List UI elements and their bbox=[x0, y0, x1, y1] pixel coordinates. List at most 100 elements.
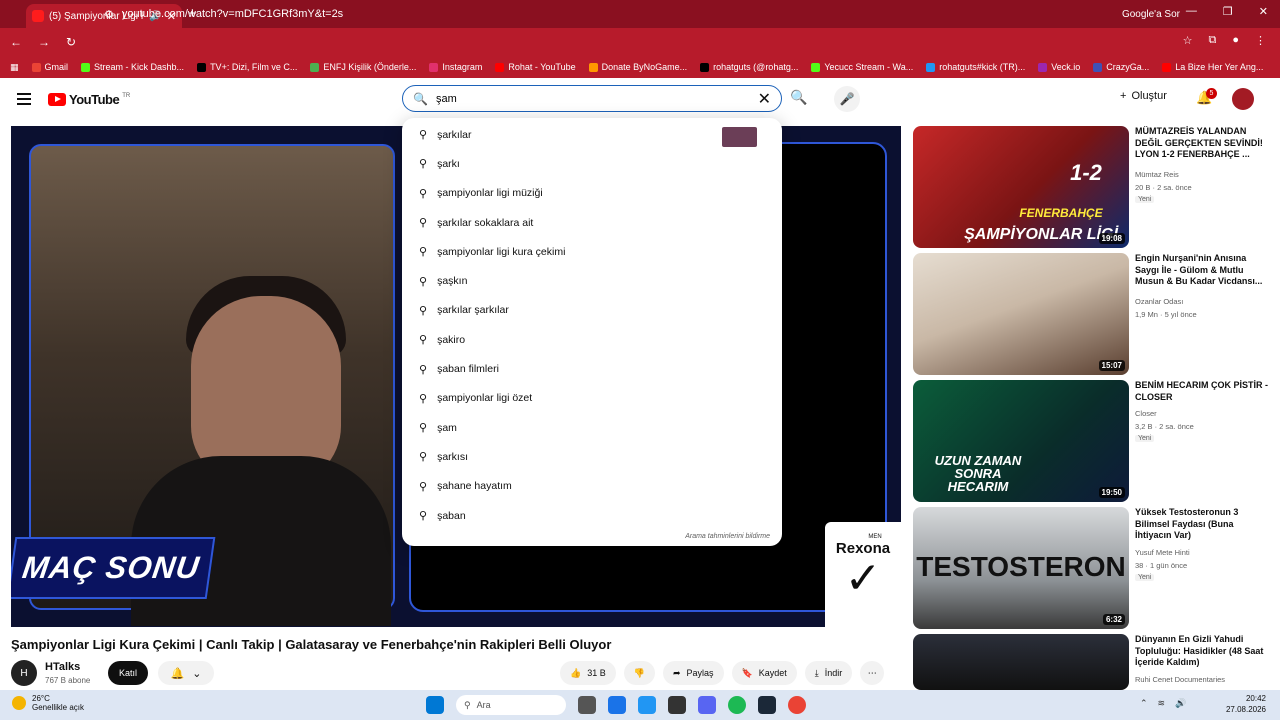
suggestion-item[interactable]: ⚲ şarkılar şarkılar bbox=[402, 296, 782, 325]
youtube-favicon-icon bbox=[32, 10, 44, 22]
task-view-icon[interactable] bbox=[578, 696, 596, 714]
bookmark-item[interactable]: ENFJ Kişilik (Önderle... bbox=[310, 62, 416, 72]
channel-name[interactable]: HTalks bbox=[45, 661, 80, 673]
search-box[interactable]: 🔍 ✕ bbox=[402, 85, 782, 112]
video-thumbnail[interactable] bbox=[913, 634, 1129, 690]
suggestion-item[interactable]: ⚲ şaban bbox=[402, 501, 782, 530]
bookmark-item[interactable]: CrazyGa... bbox=[1093, 62, 1149, 72]
address-bar[interactable]: ⚙ youtube.com/watch?v=mDFC1GRf3mY&t=2s G… bbox=[90, 4, 1240, 24]
video-thumbnail[interactable]: UZUN ZAMAN SONRA HECARIM 19:50 bbox=[913, 380, 1129, 502]
bookmark-item[interactable]: Yecucc Stream - Wa... bbox=[811, 62, 913, 72]
channel-name[interactable]: Ozanlar Odası bbox=[1135, 297, 1183, 306]
wifi-icon[interactable]: ≋ bbox=[1158, 698, 1166, 709]
report-predictions-link[interactable]: Arama tahminlerini bildirme bbox=[685, 533, 770, 540]
suggestion-item[interactable]: ⚲ şampiyonlar ligi müziği bbox=[402, 179, 782, 208]
menu-icon[interactable]: ⋮ bbox=[1255, 34, 1266, 47]
bookmark-item[interactable]: Veck.io bbox=[1038, 62, 1080, 72]
video-title[interactable]: BENİM HECARIM ÇOK PİSTİR - CLOSER bbox=[1135, 380, 1269, 403]
dislike-button[interactable]: 👎 bbox=[623, 661, 655, 685]
taskbar-search[interactable]: ⚲ Ara bbox=[456, 695, 566, 715]
reload-icon[interactable]: ↻ bbox=[66, 35, 76, 49]
youtube-logo[interactable]: YouTube TR bbox=[48, 92, 130, 107]
suggestion-item[interactable]: ⚲ şarkısı bbox=[402, 442, 782, 471]
system-clock[interactable]: 20:42 27.08.2026 bbox=[1226, 693, 1266, 715]
recommended-video[interactable]: TESTOSTERON 6:32 Yüksek Testosteronun 3 … bbox=[913, 507, 1273, 629]
more-actions-icon[interactable]: ⋯ bbox=[860, 661, 885, 685]
video-title[interactable]: MÜMTAZREİS YALANDAN DEĞİL GERÇEKTEN SEVİ… bbox=[1135, 126, 1269, 161]
hamburger-menu-icon[interactable] bbox=[17, 93, 31, 105]
discord-icon[interactable] bbox=[698, 696, 716, 714]
like-button[interactable]: 👍 31 B bbox=[560, 661, 616, 685]
steam-icon[interactable] bbox=[758, 696, 776, 714]
bookmark-item[interactable]: Stream - Kick Dashb... bbox=[81, 62, 184, 72]
video-duration: 19:08 bbox=[1098, 233, 1125, 244]
channel-avatar[interactable]: H bbox=[11, 660, 37, 686]
recommended-video[interactable]: UZUN ZAMAN SONRA HECARIM 19:50 BENİM HEC… bbox=[913, 380, 1273, 502]
back-icon[interactable]: ← bbox=[10, 35, 22, 49]
vscode-icon[interactable] bbox=[638, 696, 656, 714]
suggestion-item[interactable]: ⚲ şarkı bbox=[402, 149, 782, 178]
suggestion-item[interactable]: ⚲ şampiyonlar ligi özet bbox=[402, 384, 782, 413]
download-button[interactable]: ⤓ İndir bbox=[804, 661, 853, 685]
account-avatar[interactable] bbox=[1232, 88, 1254, 110]
search-input[interactable] bbox=[435, 92, 758, 105]
bookmark-star-icon[interactable]: ☆ bbox=[1183, 34, 1193, 47]
profile-icon[interactable]: ● bbox=[1232, 34, 1239, 47]
suggestion-item[interactable]: ⚲ şaşkın bbox=[402, 266, 782, 295]
bookmark-item[interactable]: Rohat - YouTube bbox=[495, 62, 576, 72]
search-icon: ⚲ bbox=[419, 510, 428, 522]
suggestion-item[interactable]: ⚲ şakiro bbox=[402, 325, 782, 354]
search-button[interactable]: 🔍 bbox=[790, 89, 807, 106]
close-window-icon[interactable]: ✕ bbox=[1259, 5, 1268, 18]
share-button[interactable]: ➦ Paylaş bbox=[662, 661, 724, 685]
bookmark-item[interactable]: Instagram bbox=[429, 62, 482, 72]
suggestion-item[interactable]: ⚲ şampiyonlar ligi kura çekimi bbox=[402, 237, 782, 266]
channel-name[interactable]: Ruhi Cenet Documentaries bbox=[1135, 675, 1225, 684]
spotify-icon[interactable] bbox=[728, 696, 746, 714]
video-title[interactable]: Yüksek Testosteronun 3 Bilimsel Faydası … bbox=[1135, 507, 1269, 542]
apps-icon[interactable]: ▦ bbox=[10, 62, 19, 73]
app-icon[interactable] bbox=[668, 696, 686, 714]
bookmark-item[interactable]: TV+: Dizi, Film ve C... bbox=[197, 62, 297, 72]
suggestion-item[interactable]: ⚲ şarkılar bbox=[402, 120, 782, 149]
channel-name[interactable]: Closer bbox=[1135, 409, 1157, 418]
weather-widget[interactable]: 26°C Genellikle açık bbox=[12, 694, 84, 712]
channel-name[interactable]: Mümtaz Reis bbox=[1135, 170, 1179, 179]
store-icon[interactable] bbox=[608, 696, 626, 714]
video-title[interactable]: Engin Nurşani'nin Anısına Saygı İle - Gü… bbox=[1135, 253, 1269, 288]
bookmark-item[interactable]: rohatguts (@rohatg... bbox=[700, 62, 798, 72]
suggestion-item[interactable]: ⚲ şahane hayatım bbox=[402, 472, 782, 501]
volume-icon[interactable]: 🔊 bbox=[1175, 698, 1186, 709]
bookmark-item[interactable]: La Bize Her Yer Ang... bbox=[1162, 62, 1263, 72]
search-icon: ⚲ bbox=[419, 275, 428, 288]
channel-name[interactable]: Yusuf Mete Hinti bbox=[1135, 548, 1190, 557]
chrome-icon[interactable] bbox=[788, 696, 806, 714]
video-thumbnail[interactable]: 1-2 FENERBAHÇE ŞAMPİYONLAR LİGİ 19:08 bbox=[913, 126, 1129, 248]
bookmark-item[interactable]: rohatguts#kick (TR)... bbox=[926, 62, 1025, 72]
video-thumbnail[interactable]: TESTOSTERON 6:32 bbox=[913, 507, 1129, 629]
video-title[interactable]: Dünyanın En Gizli Yahudi Topluluğu: Hasi… bbox=[1135, 634, 1269, 669]
subscription-bell-button[interactable]: 🔔 ⌄ bbox=[158, 661, 214, 685]
video-meta: 3,2 B · 2 sa. önce bbox=[1135, 422, 1194, 431]
suggestion-item[interactable]: ⚲ şam bbox=[402, 413, 782, 442]
video-thumbnail[interactable]: 15:07 bbox=[913, 253, 1129, 375]
recommended-video[interactable]: 15:07 Engin Nurşani'nin Anısına Saygı İl… bbox=[913, 253, 1273, 375]
voice-search-icon[interactable]: 🎤 bbox=[834, 86, 860, 112]
save-button[interactable]: 🔖 Kaydet bbox=[731, 661, 797, 685]
game-icon bbox=[1093, 62, 1103, 72]
bookmark-item[interactable]: Gmail bbox=[31, 62, 68, 72]
google-ask-button[interactable]: Google'a Sor bbox=[1122, 9, 1180, 20]
clear-search-icon[interactable]: ✕ bbox=[758, 89, 771, 109]
create-button[interactable]: + Oluştur bbox=[1120, 90, 1167, 102]
join-button[interactable]: Katıl bbox=[108, 661, 148, 685]
forward-icon[interactable]: → bbox=[38, 35, 50, 49]
suggestion-item[interactable]: ⚲ şarkılar sokaklara ait bbox=[402, 208, 782, 237]
site-info-icon[interactable]: ⚙ bbox=[104, 8, 114, 21]
chevron-up-icon[interactable]: ⌃ bbox=[1140, 698, 1148, 709]
recommended-video[interactable]: Dünyanın En Gizli Yahudi Topluluğu: Hasi… bbox=[913, 634, 1273, 690]
extensions-icon[interactable]: ⧉ bbox=[1208, 34, 1216, 47]
suggestion-item[interactable]: ⚲ şaban filmleri bbox=[402, 354, 782, 383]
windows-start-icon[interactable] bbox=[426, 696, 444, 714]
bookmark-item[interactable]: Donate ByNoGame... bbox=[588, 62, 687, 72]
recommended-video[interactable]: 1-2 FENERBAHÇE ŞAMPİYONLAR LİGİ 19:08 MÜ… bbox=[913, 126, 1273, 248]
